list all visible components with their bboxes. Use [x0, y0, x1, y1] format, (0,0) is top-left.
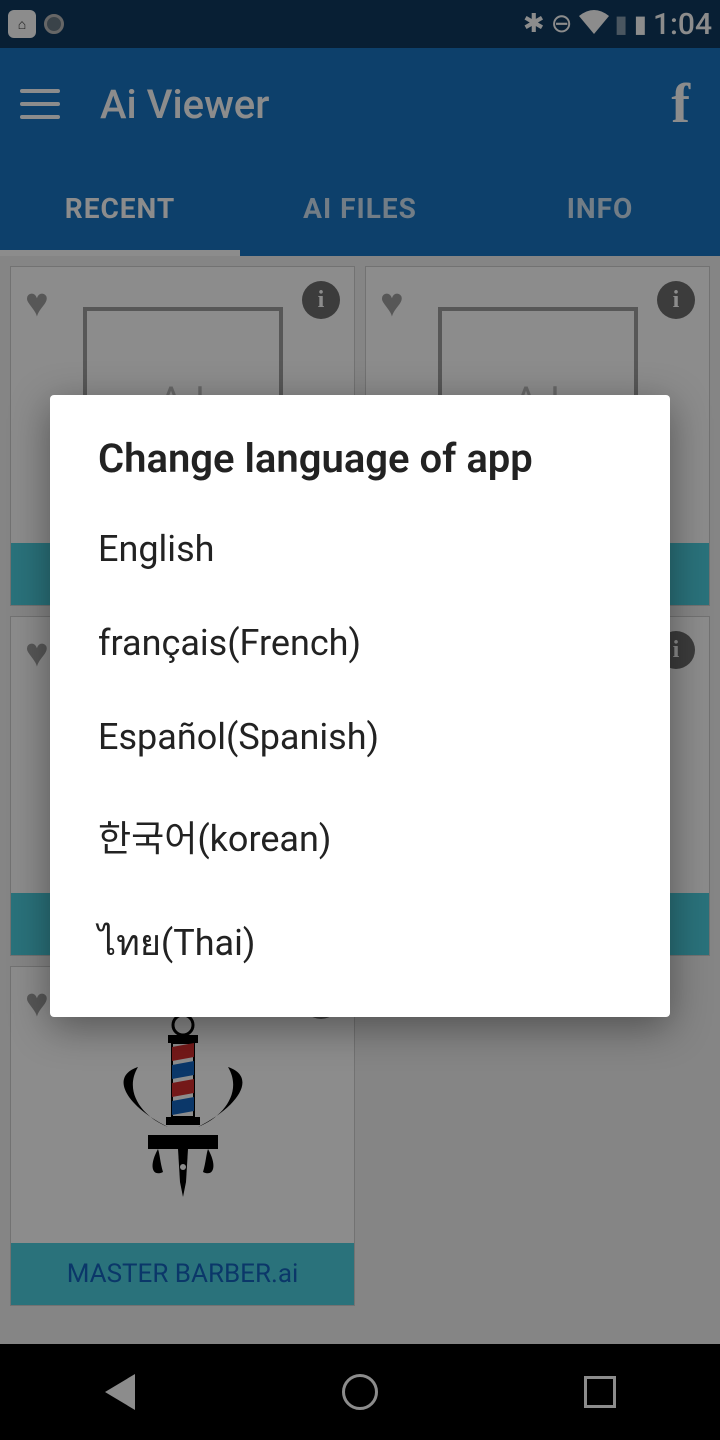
language-option-thai[interactable]: ไทย(Thai) — [50, 888, 670, 997]
language-option-french[interactable]: français(French) — [50, 596, 670, 690]
dialog-title: Change language of app — [50, 435, 670, 502]
screen: ⌂ ✱ ⊖ ▮ ▮ 1:04 Ai Viewer f RECENT AI FIL… — [0, 0, 720, 1440]
language-option-spanish[interactable]: Español(Spanish) — [50, 690, 670, 784]
language-option-korean[interactable]: 한국어(korean) — [50, 784, 670, 888]
change-language-dialog: Change language of app English français(… — [50, 395, 670, 1017]
language-option-english[interactable]: English — [50, 502, 670, 596]
